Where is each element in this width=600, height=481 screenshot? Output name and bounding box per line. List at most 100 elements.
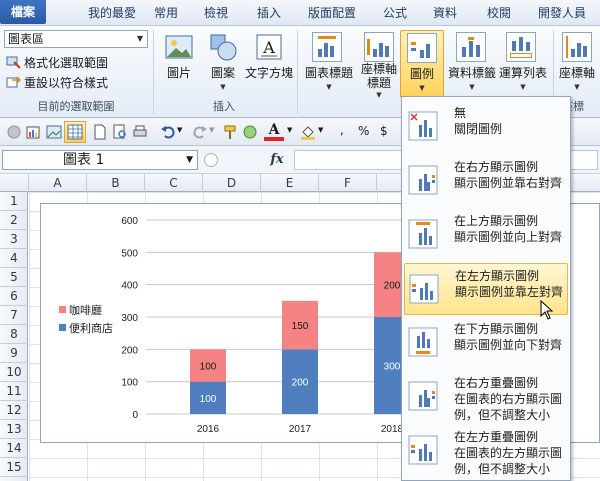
name-box[interactable]: 圖表 1 ▼ [2,150,198,170]
legend-menu-item[interactable]: 在右方重疊圖例 在圖表的右方顯示圖 例，但不調整大小 [404,371,568,423]
tab-view[interactable]: 檢視 [200,4,232,26]
data-labels-button[interactable]: 資料標籤 ▼ [446,30,498,98]
insert-textbox-label: 文字方塊 [244,66,293,80]
fill-circle-icon[interactable] [242,124,258,140]
percent-style-icon[interactable]: % [358,124,369,138]
tab-review[interactable]: 校閱 [484,4,514,26]
legend-menu-item-description: 例，但不調整大小 [454,408,551,422]
axis-titles-button[interactable]: 座標軸 標題 ▼ [354,30,404,99]
select-all-corner[interactable] [0,174,29,192]
row-header[interactable]: 15 [0,458,28,477]
grid-icon [67,124,83,140]
y-tick-label: 500 [121,248,138,259]
row-header[interactable]: 3 [0,230,28,249]
chevron-down-icon: ▼ [326,83,332,91]
reset-style-button[interactable]: 重設以符合樣式 [6,74,108,92]
chevron-down-icon: ▼ [136,34,144,43]
axes-button[interactable]: 座標軸 ▼ [554,30,600,98]
chevron-down-icon[interactable]: ▼ [318,126,323,134]
insert-shapes-label: 圖案 [210,66,235,80]
expand-icon[interactable] [204,153,218,167]
row-header[interactable]: 7 [0,306,28,325]
chevron-down-icon: ▼ [220,83,226,91]
column-header[interactable]: B [87,174,145,192]
column-header[interactable]: D [203,174,261,192]
shapes-icon [210,34,237,61]
format-painter-icon[interactable] [222,124,238,140]
tab-page-layout[interactable]: 版面配置 [304,4,360,26]
new-chart-icon[interactable] [26,124,42,140]
tab-developer[interactable]: 開發人員 [534,4,590,26]
mouse-cursor-icon [540,300,554,320]
fill-color-icon[interactable] [300,124,316,140]
row-header[interactable]: 11 [0,382,28,401]
row-header[interactable]: 2 [0,211,28,230]
legend-button[interactable]: 圖例 ▼ [400,30,444,98]
chart-elements-value: 圖表區 [8,32,45,46]
legend-menu-item[interactable]: 無關閉圖例 [404,101,568,153]
data-table-button[interactable]: 運算列表 ▼ [496,30,550,98]
insert-picture-button[interactable]: 圖片 [154,30,204,98]
column-header[interactable]: A [29,174,87,192]
format-selection-label: 格式化選取範圍 [24,56,109,70]
legend-menu-item[interactable]: 在右方顯示圖例 顯示圖例並靠右對齊 [404,155,568,207]
redo-icon[interactable] [192,124,208,140]
tab-data[interactable]: 資料 [430,4,460,26]
tab-formulas[interactable]: 公式 [380,4,410,26]
chevron-down-icon[interactable]: ▼ [287,126,292,134]
tab-home[interactable]: 常用 [150,4,182,26]
picture-small-icon[interactable] [46,124,62,140]
data-label: 200 [384,281,401,292]
chart-title-button[interactable]: 圖表標題 ▼ [302,30,356,98]
comma-style-icon[interactable]: , [340,123,344,137]
legend-menu-item-description: 顯示圖例並向上對齊 [454,230,563,244]
tab-file[interactable]: 檔案 [0,0,46,24]
insert-textbox-button[interactable]: A 文字方塊 [244,30,294,98]
grid-toggle-button[interactable] [64,121,86,143]
chevron-down-icon[interactable]: ▼ [209,126,214,134]
data-table-label: 運算列表 [498,66,547,80]
insert-shapes-button[interactable]: 圖案 ▼ [198,30,248,98]
legend-menu-item[interactable]: 在左方重疊圖例 在圖表的左方顯示圖 例，但不調整大小 [404,425,568,477]
column-header[interactable]: E [261,174,319,192]
row-header[interactable]: 9 [0,344,28,363]
chevron-down-icon: ▼ [419,84,425,92]
undo-icon[interactable] [160,124,176,140]
print-preview-icon[interactable] [112,124,128,140]
axes-icon [562,32,592,62]
row-header[interactable]: 14 [0,439,28,458]
chevron-down-icon[interactable]: ▼ [177,126,182,134]
legend-dropdown-menu: 無關閉圖例 在右方顯示圖例 顯示圖例並靠右對齊 在上方顯示圖例 顯示圖例並向上對齊 在左方… [401,96,571,481]
legend-menu-item[interactable]: 在下方顯示圖例 顯示圖例並向下對齊 [404,317,568,369]
document-icon[interactable] [92,124,108,140]
chart-elements-select[interactable]: 圖表區 ▼ [4,30,148,48]
x-tick-label: 2017 [289,424,312,435]
data-label: 150 [292,321,309,332]
y-tick-label: 0 [132,410,138,421]
column-header[interactable]: C [145,174,203,192]
row-header[interactable]: 1 [0,192,28,211]
print-icon[interactable] [132,124,148,140]
row-header[interactable]: 13 [0,420,28,439]
legend-menu-item-title: 在右方重疊圖例 [454,376,539,390]
column-header[interactable]: F [319,174,377,192]
row-header[interactable]: 6 [0,287,28,306]
chevron-down-icon: ▼ [574,83,580,91]
legend-menu-item-description: 顯示圖例並靠左對齊 [455,285,564,299]
row-header[interactable]: 10 [0,363,28,382]
row-header[interactable]: 8 [0,325,28,344]
insert-function-icon[interactable]: fx [262,150,292,170]
tab-favorites[interactable]: 我的最愛 [84,4,140,26]
font-color-icon[interactable]: A [264,121,284,141]
row-header[interactable]: 4 [0,249,28,268]
tab-insert[interactable]: 插入 [254,4,284,26]
legend-bottom-icon [408,327,438,357]
row-header[interactable]: 12 [0,401,28,420]
currency-icon[interactable]: $ [380,124,388,138]
legend-menu-item-description: 顯示圖例並向下對齊 [454,338,563,352]
legend-menu-item[interactable]: 在上方顯示圖例 顯示圖例並向上對齊 [404,209,568,261]
row-header[interactable]: 5 [0,268,28,287]
record-icon[interactable] [6,124,22,140]
format-selection-button[interactable]: 格式化選取範圍 [6,54,108,72]
reset-style-label: 重設以符合樣式 [24,76,109,90]
